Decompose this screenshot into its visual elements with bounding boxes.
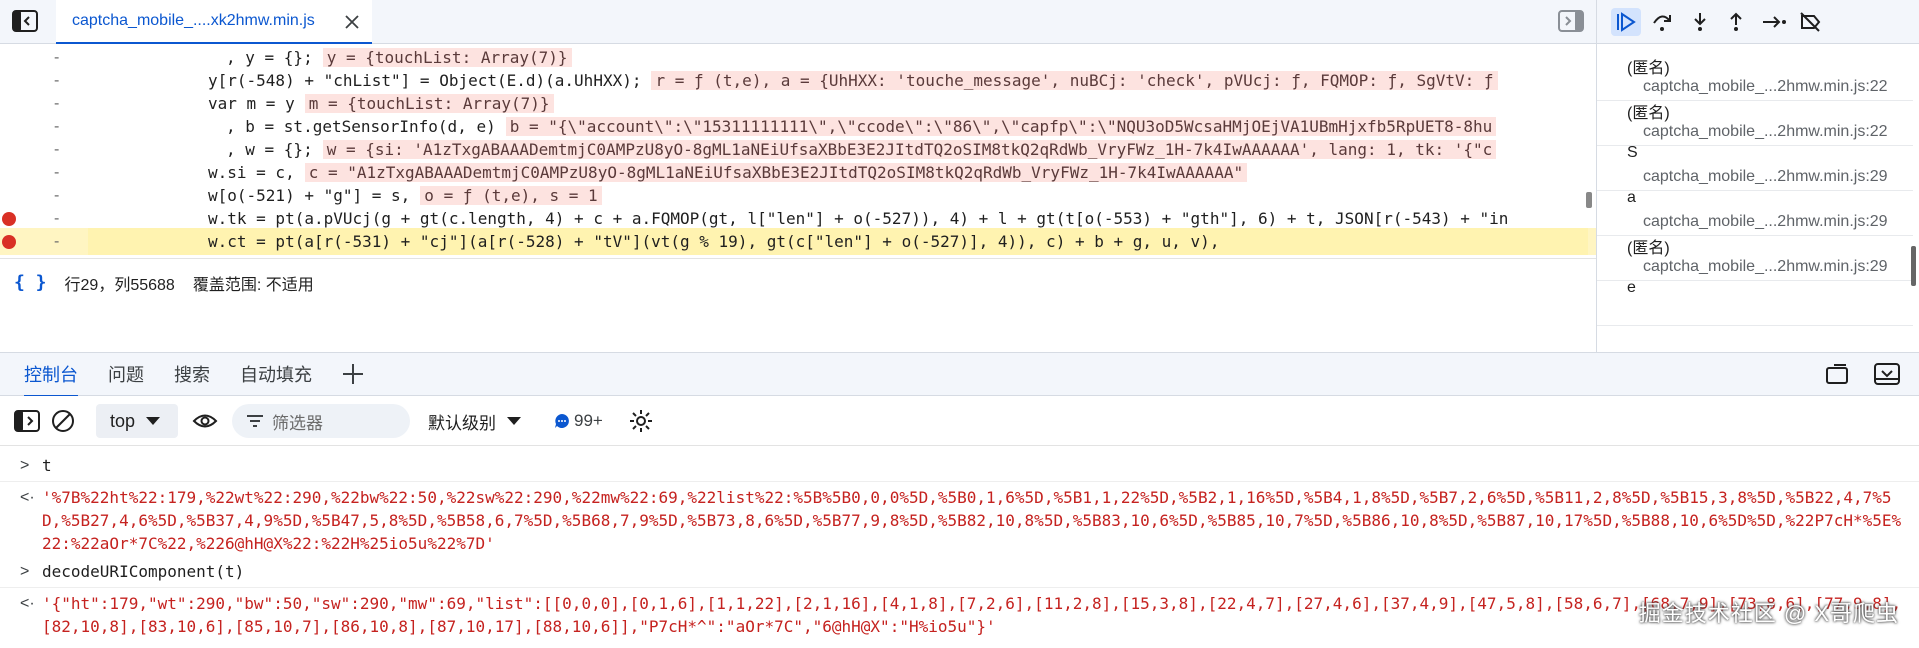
code-text: , y = {}; [226, 48, 313, 67]
step-out-icon [1730, 12, 1742, 31]
debugger-toolbar [1597, 0, 1919, 44]
toggle-navigator-icon[interactable] [12, 10, 38, 32]
deactivate-breakpoints-button[interactable] [1795, 8, 1825, 36]
toggle-debugger-icon[interactable] [1558, 10, 1584, 32]
inline-value: r = ƒ (t,e), a = {UhHXX: 'touche_message… [651, 71, 1498, 90]
cursor-position: 行29，列55688 [64, 276, 175, 294]
filter-icon [247, 415, 263, 427]
console-output[interactable]: > t <· '%7B%22ht%22:179,%22wt%22:290,%22… [0, 446, 1919, 648]
live-expression-eye-icon[interactable] [192, 408, 218, 434]
tab-issues[interactable]: 问题 [108, 353, 144, 397]
add-tab-icon[interactable] [340, 361, 366, 387]
code-text: , b = st.getSensorInfo(d, e) [226, 117, 496, 136]
return-arrow-icon: <· [20, 595, 35, 612]
code-text: y[r(-548) + "chList"] = Object(E.d)(a.Uh… [208, 71, 642, 90]
drawer-tab-bar: 控制台 问题 搜索 自动填充 [0, 352, 1919, 397]
pretty-print-icon[interactable]: { } [14, 272, 47, 293]
vertical-scrollbar[interactable] [1911, 246, 1916, 286]
tab-autofill[interactable]: 自动填充 [240, 353, 312, 397]
inline-value: y = {touchList: Array(7)} [322, 48, 572, 67]
console-input-row: > decodeURIComponent(t) [0, 560, 1919, 588]
return-arrow-icon: <· [20, 489, 35, 506]
chevron-down-icon [146, 417, 161, 425]
context-selector[interactable]: top [96, 404, 178, 438]
message-icon [555, 414, 569, 428]
undock-icon[interactable] [1824, 363, 1850, 385]
watermark: 掘金技术社区 @ X哥爬虫 [1638, 601, 1899, 626]
console-result: '%7B%22ht%22:179,%22wt%22:290,%22bw%22:5… [42, 488, 1902, 553]
close-drawer-icon[interactable] [1874, 363, 1900, 385]
console-result: '{"ht":179,"wt":290,"bw":50,"sw":290,"mw… [42, 594, 1902, 636]
step-into-icon [1694, 13, 1706, 31]
inline-value: w = {si: 'A1zTxgABAAADemtmjC0AMPzU8yO-8g… [322, 140, 1497, 159]
editor-status-bar: { } 行29，列55688 覆盖范围: 不适用 [0, 258, 1596, 306]
step-over-button[interactable] [1647, 8, 1677, 36]
file-tab[interactable]: captcha_mobile_....xk2hmw.min.js [56, 0, 372, 44]
step-over-icon [1653, 15, 1671, 31]
debugger-panel: (匿名) captcha_mobile_...2hmw.min.js:22 (匿… [1596, 0, 1919, 352]
file-tab-label: captcha_mobile_....xk2hmw.min.js [72, 12, 315, 29]
filter-input[interactable]: 筛选器 [232, 404, 410, 438]
call-frame[interactable]: e [1597, 271, 1913, 326]
console-command: decodeURIComponent(t) [42, 562, 245, 581]
clear-console-icon[interactable] [50, 408, 76, 434]
step-out-button[interactable] [1721, 8, 1751, 36]
console-settings-gear-icon[interactable] [628, 408, 654, 434]
tab-search[interactable]: 搜索 [174, 353, 210, 397]
console-result-row: <· '{"ht":179,"wt":290,"bw":50,"sw":290,… [0, 592, 1919, 642]
coverage-status: 覆盖范围: 不适用 [192, 276, 314, 294]
console-sidebar-icon[interactable] [14, 408, 40, 434]
log-level-selector[interactable]: 默认级别 [428, 404, 522, 438]
inline-value: o = ƒ (t,e), s = 1 [420, 186, 602, 205]
close-icon[interactable] [342, 12, 362, 32]
chevron-right-icon: > [20, 563, 30, 580]
call-stack-list: (匿名) captcha_mobile_...2hmw.min.js:22 (匿… [1597, 46, 1919, 352]
breakpoint-marker[interactable] [2, 235, 16, 249]
console-command: t [42, 456, 52, 475]
tab-console[interactable]: 控制台 [24, 353, 78, 397]
code-text: w.si = c, [208, 163, 295, 182]
resume-icon [1617, 12, 1636, 32]
step-button[interactable] [1759, 8, 1789, 36]
message-count-badge[interactable]: 99+ [554, 404, 603, 438]
breakpoint-marker[interactable] [2, 212, 16, 226]
console-result-row: <· '%7B%22ht%22:179,%22wt%22:290,%22bw%2… [0, 486, 1919, 556]
step-into-button[interactable] [1685, 8, 1715, 36]
inline-value: c = "A1zTxgABAAADemtmjC0AMPzU8yO-8gML1aN… [304, 163, 1248, 182]
chevron-down-icon [507, 417, 521, 425]
resume-button[interactable] [1611, 8, 1641, 36]
console-input-row: > t [0, 454, 1919, 482]
inline-value: m = {touchList: Array(7)} [304, 94, 554, 113]
console-toolbar: top 筛选器 默认级别 99+ [0, 396, 1919, 446]
editor-tab-bar: captcha_mobile_....xk2hmw.min.js [0, 0, 1596, 44]
code-text: var m = y [208, 94, 295, 113]
vertical-scrollbar[interactable] [1586, 192, 1592, 208]
code-text: , w = {}; [226, 140, 313, 159]
inline-value: b = "{\"account\":\"15311111111\",\"ccod… [505, 117, 1497, 136]
deactivate-breakpoints-icon [1800, 12, 1821, 32]
code-text: w[o(-521) + "g"] = s, [208, 186, 411, 205]
chevron-right-icon: > [20, 457, 30, 474]
step-icon [1763, 16, 1786, 28]
